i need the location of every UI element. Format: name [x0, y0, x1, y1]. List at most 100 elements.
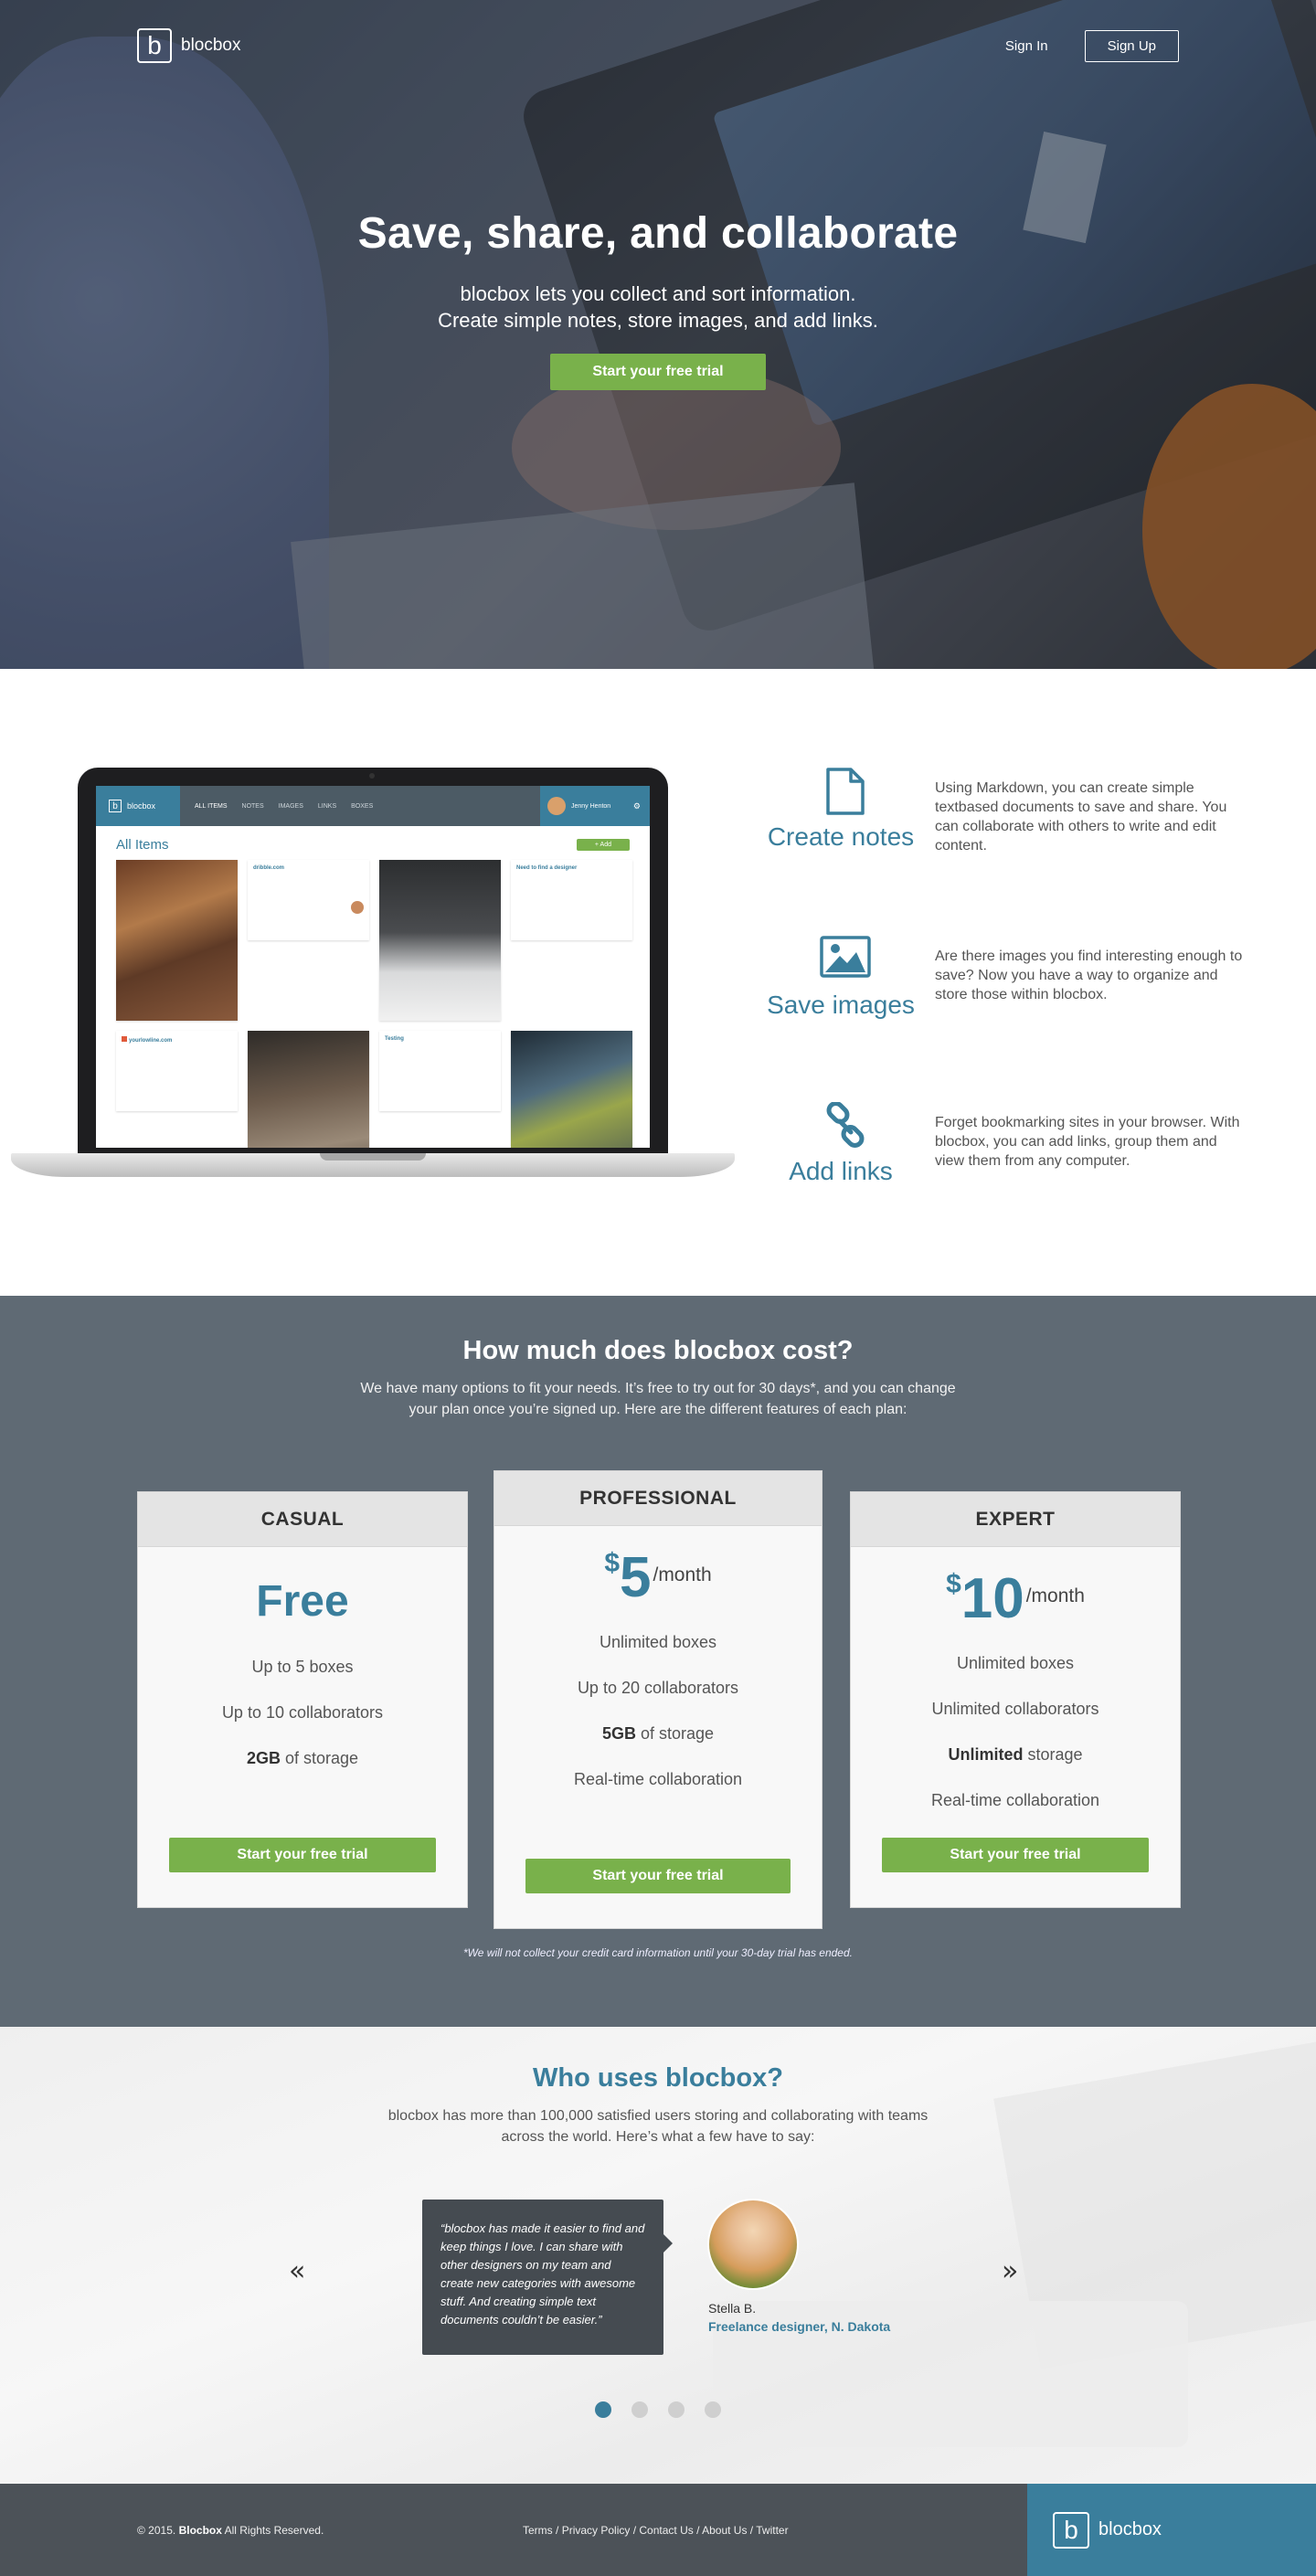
sign-in-link[interactable]: Sign In [1005, 38, 1048, 54]
laptop-notch [320, 1153, 426, 1161]
plan-name: CASUAL [138, 1492, 467, 1547]
footer-brand[interactable]: b blocbox [1027, 2484, 1316, 2576]
app-brand-name: blocbox [127, 801, 156, 811]
image-icon [813, 936, 877, 983]
carousel-dot[interactable] [705, 2401, 721, 2418]
plan-name: PROFESSIONAL [494, 1471, 822, 1526]
plan-price: $ 10 /month [851, 1564, 1180, 1629]
brand-name: blocbox [181, 36, 241, 55]
testimonial-quote: “blocbox has made it easier to find and … [422, 2200, 673, 2355]
footer-link-contact[interactable]: Contact Us [639, 2524, 693, 2537]
app-image-card [511, 1031, 632, 1148]
app-note-card: Testing [379, 1031, 501, 1111]
plan-feature-storage: 2GB of storage [138, 1735, 467, 1781]
app-topbar: b blocbox ALL ITEMS NOTES IMAGES LINKS B… [96, 786, 650, 826]
document-icon [813, 768, 877, 815]
app-card-title-text: yourlowline.com [129, 1038, 173, 1044]
plan-cta-button[interactable]: Start your free trial [882, 1838, 1149, 1872]
app-screenshot: b blocbox ALL ITEMS NOTES IMAGES LINKS B… [96, 786, 650, 1148]
brand-logo[interactable]: b blocbox [137, 28, 241, 63]
hero-title: Save, share, and collaborate [357, 209, 959, 258]
app-card-title: dribble.com [253, 865, 285, 871]
hero-subtitle-line: blocbox lets you collect and sort inform… [460, 282, 856, 305]
plan-price-amount: 10 [960, 1567, 1024, 1630]
plan-cta-button[interactable]: Start your free trial [525, 1859, 791, 1893]
footer-links: Terms / Privacy Policy / Contact Us / Ab… [523, 2524, 789, 2537]
testimonial-avatar [707, 2199, 799, 2290]
hero-section: b blocbox Sign In Sign Up Save, share, a… [0, 0, 1316, 669]
link-icon [813, 1102, 877, 1150]
pricing-section: How much does blocbox cost? We have many… [0, 1296, 1316, 2027]
copyright-suffix: All Rights Reserved. [224, 2524, 324, 2537]
laptop-base [11, 1153, 735, 1177]
logo-icon: b [1053, 2511, 1089, 2549]
footer-link-twitter[interactable]: Twitter [756, 2524, 788, 2537]
app-tab: IMAGES [278, 802, 303, 810]
plan-currency: $ [604, 1548, 620, 1578]
plan-card-expert: EXPERT $ 10 /month Unlimited boxes Unlim… [850, 1491, 1181, 1908]
carousel-dot[interactable] [595, 2401, 611, 2418]
app-add-button: + Add [576, 839, 630, 851]
app-link-card: dribble.com [248, 860, 369, 940]
footer-link-about[interactable]: About Us [702, 2524, 747, 2537]
storage-label: storage [1023, 1745, 1083, 1764]
feature-description: Forget bookmarking sites in your browser… [935, 1115, 1240, 1169]
plan-feature-storage: Unlimited storage [851, 1732, 1180, 1777]
testimonials-title: Who uses blocbox? [533, 2063, 783, 2093]
next-arrow-icon[interactable]: » [1002, 2255, 1018, 2287]
hero-subtitle: blocbox lets you collect and sort inform… [0, 281, 1316, 334]
laptop-mockup: b blocbox ALL ITEMS NOTES IMAGES LINKS B… [78, 768, 668, 1153]
app-user-name: Jenny Henton [571, 802, 611, 810]
gear-icon: ⚙ [632, 800, 641, 811]
feature-description: Are there images you find interesting en… [935, 949, 1243, 1002]
previous-arrow-icon[interactable]: « [289, 2255, 305, 2287]
plan-currency: $ [946, 1569, 961, 1599]
app-logo-icon: b [109, 800, 122, 812]
app-header: All Items + Add [96, 826, 650, 860]
app-user: Jenny Henton ⚙ [540, 786, 650, 826]
top-nav: b blocbox Sign In Sign Up [137, 26, 1179, 66]
app-tabs: ALL ITEMS NOTES IMAGES LINKS BOXES [195, 803, 373, 810]
hero-content: Save, share, and collaborate blocbox let… [0, 208, 1316, 390]
app-image-card [379, 860, 501, 1021]
plan-cta-button[interactable]: Start your free trial [169, 1838, 436, 1872]
plan-feature: Unlimited boxes [599, 1633, 717, 1651]
storage-label: of storage [635, 1724, 715, 1743]
app-tab: LINKS [317, 802, 337, 810]
app-tab: NOTES [241, 802, 264, 810]
app-page-title: All Items [116, 837, 169, 853]
plan-price-amount: 5 [620, 1546, 652, 1609]
testimonials-section: Who uses blocbox? blocbox has more than … [0, 2027, 1316, 2484]
feature-add-links: Add links Forget bookmarking sites in yo… [759, 1102, 1239, 1185]
sign-up-button[interactable]: Sign Up [1084, 29, 1179, 62]
app-tab: ALL ITEMS [195, 802, 228, 810]
app-card-title: Testing [385, 1036, 404, 1042]
testimonial-name: Stella B. [708, 2301, 757, 2316]
app-card-title: yourlowline.com [122, 1036, 232, 1044]
link-favicon-icon [122, 1036, 127, 1042]
carousel-dot[interactable] [631, 2401, 648, 2418]
testimonial-role: Freelance designer, N. Dakota [708, 2319, 891, 2334]
feature-description: Using Markdown, you can create simple te… [935, 780, 1227, 853]
footer-brand-name: blocbox [1098, 2519, 1162, 2539]
plan-feature-storage: 5GB of storage [494, 1711, 822, 1756]
plan-feature: Up to 20 collaborators [577, 1679, 739, 1697]
testimonials-intro: blocbox has more than 100,000 satisfied … [387, 2108, 929, 2145]
plan-card-casual: CASUAL Free Up to 5 boxes Up to 10 colla… [137, 1491, 468, 1908]
feature-title: Save images [767, 991, 915, 1019]
hero-cta-button[interactable]: Start your free trial [550, 354, 766, 390]
copyright: © 2015. Blocbox All Rights Reserved. [137, 2524, 324, 2537]
copyright-brand: Blocbox [178, 2524, 222, 2537]
plan-price: Free [138, 1564, 467, 1629]
app-user-avatar [547, 797, 566, 815]
app-card-avatar [351, 901, 364, 914]
footer-link-terms[interactable]: Terms [523, 2524, 553, 2537]
carousel-dot[interactable] [668, 2401, 685, 2418]
hero-subtitle-line: Create simple notes, store images, and a… [438, 309, 878, 332]
plan-feature: Up to 10 collaborators [221, 1703, 384, 1722]
nav-actions: Sign In Sign Up [1005, 29, 1179, 62]
footer-link-privacy[interactable]: Privacy Policy [562, 2524, 631, 2537]
storage-amount: Unlimited [948, 1745, 1024, 1764]
pricing-footnote: *We will not collect your credit card in… [463, 1946, 853, 1959]
laptop-camera [369, 773, 375, 779]
